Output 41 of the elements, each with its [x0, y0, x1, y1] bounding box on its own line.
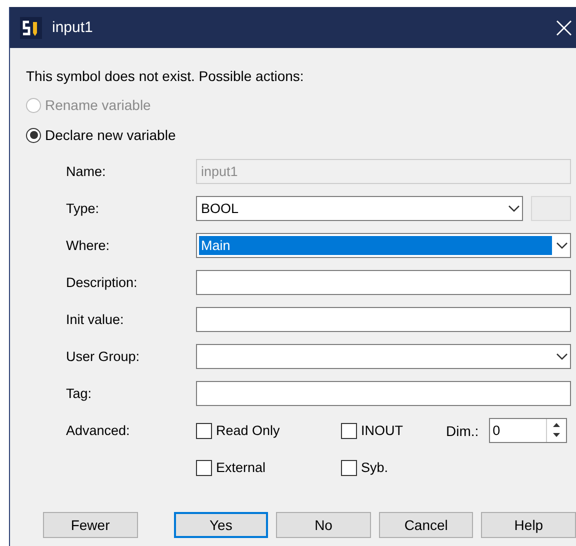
field-label: Type: — [66, 200, 100, 218]
checkbox[interactable] — [196, 422, 212, 438]
dropdown-value: Main — [199, 236, 552, 255]
dialog-button[interactable]: No — [276, 512, 371, 538]
window-title: input1 — [52, 19, 94, 36]
chevron-down-icon[interactable] — [556, 242, 568, 250]
field-label: Where: — [66, 237, 111, 255]
field-label: User Group: — [66, 348, 141, 366]
field-label: Advanced: — [66, 422, 131, 440]
dropdown-field[interactable] — [196, 344, 571, 369]
checkbox-label: Read Only — [216, 423, 280, 438]
dropdown-field[interactable]: BOOL — [196, 196, 524, 221]
radio-label: Rename variable — [45, 97, 151, 113]
text-field[interactable] — [196, 270, 571, 295]
text-field[interactable] — [196, 307, 571, 332]
checkbox-label: External — [216, 460, 266, 475]
field-label: Init value: — [66, 311, 125, 329]
radio-button[interactable] — [26, 128, 41, 142]
checkbox-label: Syb. — [361, 460, 388, 475]
radio-label: Declare new variable — [45, 127, 176, 143]
dropdown-value: BOOL — [200, 200, 240, 218]
dialog-button[interactable]: Yes — [174, 512, 268, 538]
field-label: Name: — [66, 163, 107, 181]
chevron-down-icon[interactable] — [508, 204, 520, 212]
dropdown-field[interactable]: Main — [196, 233, 571, 258]
dialog-button[interactable]: Fewer — [43, 512, 138, 538]
message-text: This symbol does not exist. Possible actions: — [26, 68, 305, 86]
close-icon[interactable] — [556, 20, 572, 36]
spin-box[interactable]: 0 — [488, 418, 567, 443]
app-logo-icon — [20, 16, 42, 38]
checkbox[interactable] — [196, 460, 212, 476]
field-label: Description: — [66, 274, 138, 292]
chevron-down-icon[interactable] — [556, 352, 568, 360]
text-field[interactable] — [196, 381, 571, 406]
dialog-button[interactable]: Cancel — [378, 512, 474, 538]
checkbox[interactable] — [341, 460, 357, 476]
dialog-button[interactable]: Help — [481, 512, 576, 538]
field-label: Tag: — [66, 385, 93, 403]
checkbox-label: INOUT — [361, 423, 403, 438]
dim-label: Dim.: — [446, 422, 479, 438]
checkbox[interactable] — [341, 422, 357, 438]
